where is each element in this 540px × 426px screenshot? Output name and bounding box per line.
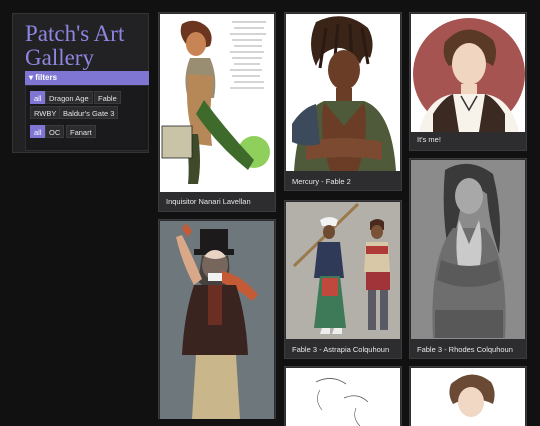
card-caption: Fable 3 - Rhodes Colquhoun (417, 345, 513, 354)
filter-fable[interactable]: Fable (94, 91, 121, 104)
filter-all-tags[interactable]: all (30, 91, 46, 104)
filters-toggle[interactable]: ▾ filters (25, 71, 149, 85)
filter-fanart[interactable]: Fanart (66, 125, 96, 138)
artwork-image (411, 14, 525, 132)
artwork-image (286, 14, 400, 171)
card-caption: Inquisitor Nanari Lavellan (166, 197, 251, 206)
artwork-image (160, 221, 274, 419)
artwork-image (286, 202, 400, 339)
filter-rwby[interactable]: RWBY (30, 106, 61, 119)
gallery-card[interactable]: It's me! (409, 12, 527, 151)
sidebar-panel: Patch's Art Gallery ▾ filters all Dragon… (12, 13, 149, 153)
artwork-image (160, 14, 274, 192)
gallery-card[interactable]: Fable 3 - Rhodes Colquhoun (409, 158, 527, 359)
card-caption: It's me! (417, 135, 441, 144)
gallery-card[interactable]: Mercury - Fable 2 (284, 12, 402, 191)
filters-panel: all Dragon Age Fable RWBY Baldur's Gate … (25, 85, 149, 151)
gallery-card[interactable] (409, 366, 527, 426)
artwork-image (286, 368, 400, 426)
gallery-card[interactable]: Inquisitor Nanari Lavellan (158, 12, 276, 212)
filter-oc[interactable]: OC (45, 125, 65, 138)
site-title: Patch's Art Gallery (25, 21, 125, 70)
filter-dragon-age[interactable]: Dragon Age (45, 91, 93, 104)
gallery-card[interactable] (158, 219, 276, 419)
gallery-card[interactable] (284, 366, 402, 426)
card-caption: Fable 3 - Astrapia Colquhoun (292, 345, 390, 354)
artwork-image (411, 160, 525, 339)
filter-all-types[interactable]: all (30, 125, 46, 138)
filter-baldurs-gate-3[interactable]: Baldur's Gate 3 (59, 106, 119, 119)
card-caption: Mercury - Fable 2 (292, 177, 351, 186)
gallery-card[interactable]: Fable 3 - Astrapia Colquhoun (284, 200, 402, 359)
artwork-image (411, 368, 525, 426)
